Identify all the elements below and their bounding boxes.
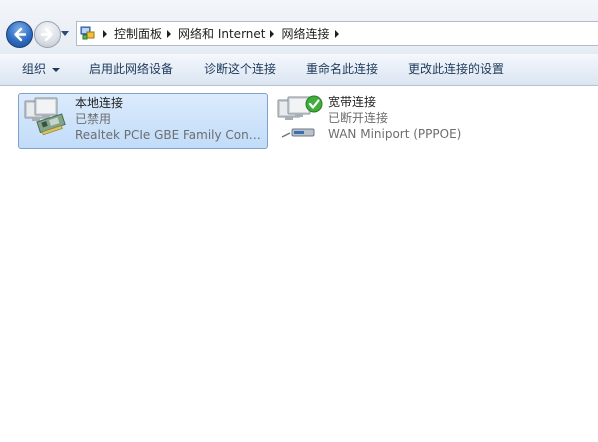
- organize-label: 组织: [22, 62, 47, 76]
- forward-button[interactable]: [34, 21, 61, 48]
- breadcrumb-control-panel[interactable]: 控制面板: [114, 25, 162, 42]
- connection-item-broadband[interactable]: 宽带连接 已断开连接 WAN Miniport (PPPOE): [272, 93, 522, 149]
- breadcrumb-separator-icon[interactable]: [103, 29, 107, 38]
- enable-device-button[interactable]: 启用此网络设备: [89, 54, 173, 85]
- recent-pages-dropdown[interactable]: [61, 31, 69, 36]
- connection-item-local[interactable]: 本地连接 已禁用 Realtek PCIe GBE Family Contr..…: [18, 93, 268, 149]
- back-arrow-icon: [14, 27, 27, 42]
- connection-name: 宽带连接: [328, 95, 377, 109]
- breadcrumb-separator-icon[interactable]: [270, 29, 275, 38]
- connection-device: WAN Miniport (PPPOE): [328, 127, 462, 141]
- breadcrumb-separator-icon[interactable]: [167, 29, 172, 38]
- connection-details: 宽带连接 已断开连接 WAN Miniport (PPPOE): [328, 94, 461, 142]
- chevron-down-icon: [52, 67, 61, 72]
- control-panel-icon: [80, 26, 95, 40]
- connection-status: 已断开连接: [328, 111, 389, 125]
- organize-menu-button[interactable]: 组织: [22, 54, 61, 85]
- address-bar-area: 控制面板 网络和 Internet 网络连接: [0, 0, 598, 54]
- connection-status: 已禁用: [75, 112, 112, 126]
- rename-connection-button[interactable]: 重命名此连接: [306, 54, 378, 85]
- diagnose-connection-button[interactable]: 诊断这个连接: [204, 54, 276, 85]
- address-box[interactable]: 控制面板 网络和 Internet 网络连接: [76, 21, 598, 46]
- breadcrumb-network-internet[interactable]: 网络和 Internet: [178, 25, 265, 42]
- broadband-connection-icon: [277, 95, 323, 138]
- connection-name: 本地连接: [75, 96, 124, 110]
- command-bar: 组织 启用此网络设备 诊断这个连接 重命名此连接 更改此连接的设置: [0, 54, 598, 86]
- back-button[interactable]: [6, 21, 33, 48]
- breadcrumb-network-connections[interactable]: 网络连接: [281, 25, 329, 42]
- forward-arrow-icon: [40, 27, 53, 42]
- connections-list: 本地连接 已禁用 Realtek PCIe GBE Family Contr..…: [0, 86, 598, 442]
- breadcrumb-separator-icon[interactable]: [334, 29, 339, 38]
- lan-adapter-disabled-icon: [24, 97, 66, 136]
- breadcrumb: 控制面板 网络和 Internet 网络连接: [101, 22, 346, 45]
- connection-device: Realtek PCIe GBE Family Contr...: [75, 128, 265, 142]
- change-settings-button[interactable]: 更改此连接的设置: [408, 54, 504, 85]
- connection-details: 本地连接 已禁用 Realtek PCIe GBE Family Contr..…: [75, 95, 265, 143]
